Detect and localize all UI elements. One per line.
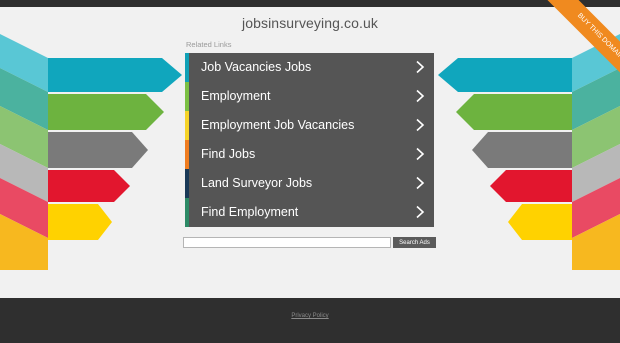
link-accent-bar bbox=[185, 53, 189, 82]
chevron-right-icon bbox=[416, 176, 425, 190]
right-arrow-red bbox=[490, 170, 572, 202]
related-link-job-vacancies-jobs[interactable]: Job Vacancies Jobs bbox=[185, 53, 434, 82]
link-accent-bar bbox=[185, 82, 189, 111]
right-arrow-grey bbox=[472, 132, 572, 168]
left-back-stripes bbox=[0, 34, 48, 270]
link-label: Find Jobs bbox=[201, 147, 256, 161]
link-accent-bar bbox=[185, 140, 189, 169]
right-arrow-cyan bbox=[438, 58, 572, 92]
chevron-right-icon bbox=[416, 147, 425, 161]
chevron-right-icon bbox=[416, 89, 425, 103]
right-front-arrows bbox=[438, 58, 572, 240]
related-links-list: Job Vacancies Jobs Employment Employment… bbox=[185, 53, 434, 227]
left-front-arrows bbox=[48, 58, 182, 240]
search-form: Search Ads bbox=[183, 237, 437, 248]
link-accent-bar bbox=[185, 198, 189, 227]
right-back-stripes bbox=[572, 34, 620, 270]
link-label: Find Employment bbox=[201, 205, 299, 219]
related-links-label: Related Links bbox=[186, 40, 232, 49]
link-accent-bar bbox=[185, 169, 189, 198]
related-link-employment[interactable]: Employment bbox=[185, 82, 434, 111]
left-arrow-grey bbox=[48, 132, 148, 168]
chevron-right-icon bbox=[416, 118, 425, 132]
link-label: Employment bbox=[201, 89, 271, 103]
related-link-find-jobs[interactable]: Find Jobs bbox=[185, 140, 434, 169]
link-label: Job Vacancies Jobs bbox=[201, 60, 312, 74]
search-ads-button[interactable]: Search Ads bbox=[393, 237, 436, 248]
link-label: Employment Job Vacancies bbox=[201, 118, 355, 132]
privacy-policy-link[interactable]: Privacy Policy bbox=[0, 313, 620, 319]
left-arrow-cyan bbox=[48, 58, 182, 92]
related-link-find-employment[interactable]: Find Employment bbox=[185, 198, 434, 227]
link-accent-bar bbox=[185, 111, 189, 140]
left-arrow-red bbox=[48, 170, 130, 202]
right-arrow-yellow bbox=[508, 204, 572, 240]
search-input[interactable] bbox=[183, 237, 391, 248]
related-link-land-surveyor-jobs[interactable]: Land Surveyor Jobs bbox=[185, 169, 434, 198]
right-arrow-green bbox=[456, 94, 572, 130]
related-link-employment-job-vacancies[interactable]: Employment Job Vacancies bbox=[185, 111, 434, 140]
chevron-right-icon bbox=[416, 60, 425, 74]
left-arrow-green bbox=[48, 94, 164, 130]
link-label: Land Surveyor Jobs bbox=[201, 176, 313, 190]
left-arrow-yellow bbox=[48, 204, 112, 240]
domain-title: jobsinsurveying.co.uk bbox=[242, 15, 378, 31]
chevron-right-icon bbox=[416, 205, 425, 219]
footer: Privacy Policy bbox=[0, 298, 620, 343]
